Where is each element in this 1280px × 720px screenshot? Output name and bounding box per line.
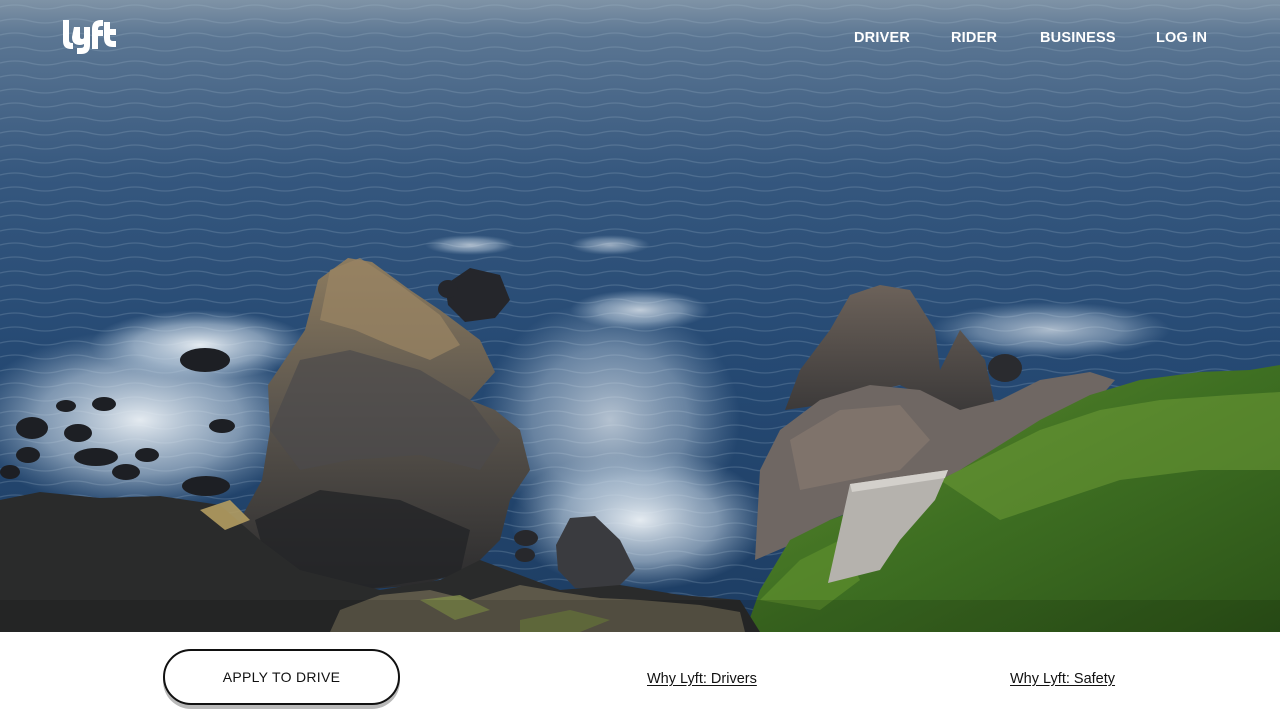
lyft-logo[interactable]: [62, 18, 118, 56]
nav-login-link[interactable]: LOG IN: [1156, 30, 1207, 46]
apply-to-drive-button[interactable]: APPLY TO DRIVE: [163, 649, 400, 705]
why-lyft-safety-link[interactable]: Why Lyft: Safety: [1010, 671, 1115, 687]
hero-background-image: [0, 0, 1280, 632]
lyft-logo-icon: [63, 20, 116, 54]
bottom-bar: APPLY TO DRIVE Why Lyft: Drivers Why Lyf…: [0, 632, 1280, 720]
nav-business-link[interactable]: BUSINESS: [1040, 30, 1116, 46]
why-lyft-drivers-link[interactable]: Why Lyft: Drivers: [647, 671, 757, 687]
hero-section: DRIVER RIDER BUSINESS LOG IN: [0, 0, 1280, 632]
page: DRIVER RIDER BUSINESS LOG IN APPLY TO DR…: [0, 0, 1280, 720]
nav-rider-link[interactable]: RIDER: [951, 30, 997, 46]
nav-driver-link[interactable]: DRIVER: [854, 30, 910, 46]
